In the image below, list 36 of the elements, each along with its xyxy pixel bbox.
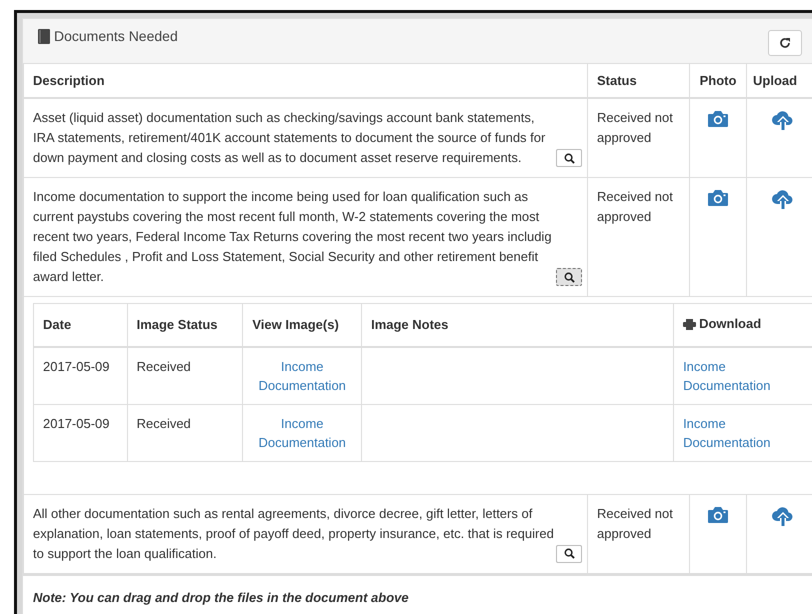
document-status: Received not approved — [597, 110, 673, 145]
document-description: All other documentation such as rental agreements, divorce decree, gift letter, letters of explanation, loan statements, proof of payoff deed, property insurance, etc. that is required to support the loan qualification. — [33, 504, 554, 563]
download-header: Download — [683, 314, 762, 334]
cloud-upload-icon[interactable] — [770, 506, 794, 528]
preview-button[interactable] — [556, 268, 582, 286]
document-description: Asset (liquid asset) documentation such as checking/savings account bank statements, IRA statements, retirement/401K account statements to document the source of funds for down payment and closing costs as well as to document asset reserve requirements. — [33, 109, 546, 167]
column-header: Description — [33, 73, 105, 88]
document-status: Received not approved — [597, 189, 673, 224]
camera-icon[interactable] — [707, 506, 729, 524]
preview-button[interactable] — [556, 149, 582, 167]
column-header: Status — [597, 73, 637, 88]
panel-title: Documents Needed — [54, 28, 178, 44]
image-status: Received — [136, 358, 191, 374]
column-header: Photo — [700, 73, 736, 88]
cloud-upload-icon[interactable] — [770, 189, 794, 211]
camera-icon[interactable] — [707, 110, 729, 128]
column-header: Upload — [753, 73, 798, 88]
refresh-button[interactable] — [768, 30, 802, 56]
book-icon — [38, 28, 50, 44]
image-status: Received — [136, 416, 191, 430]
drag-drop-note: Note: You can drag and drop the files in the document above — [23, 574, 812, 614]
search-icon — [564, 152, 574, 164]
column-header: Image Status — [136, 316, 218, 332]
preview-button[interactable] — [556, 544, 582, 562]
image-date: 2017-05-09 — [43, 416, 110, 430]
refresh-icon — [779, 37, 791, 49]
document-status: Received not approved — [597, 506, 673, 540]
search-icon — [564, 548, 574, 559]
image-date: 2017-05-09 — [43, 358, 110, 374]
column-header: Image Notes — [371, 316, 448, 332]
document-description: Income documentation to support the income being used for loan qualification such as current paystubs covering the most recent full month, W-2 statements covering the most recent two years, Federal Income Tax Returns covering the most recent two years includig filed Schedules , Profit and Loss Statement, Social Security and other retirement benefit award letter. — [33, 188, 553, 286]
column-header: View Image(s) — [252, 316, 339, 332]
camera-icon[interactable] — [707, 189, 729, 207]
cloud-upload-icon[interactable] — [770, 110, 794, 132]
search-icon — [564, 272, 574, 282]
column-header: Date — [43, 316, 72, 332]
